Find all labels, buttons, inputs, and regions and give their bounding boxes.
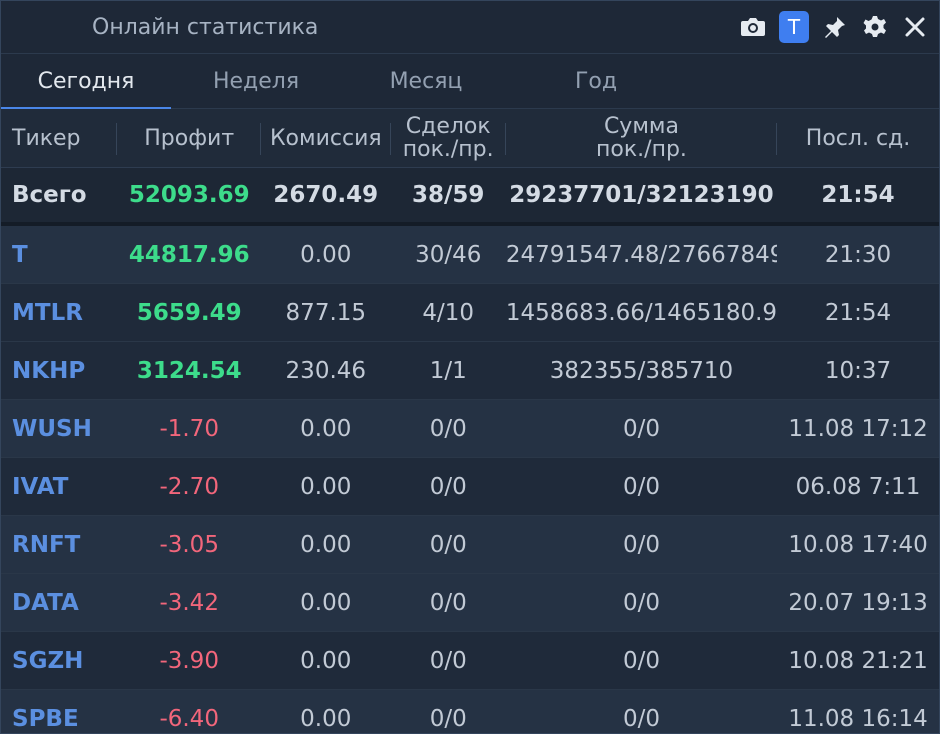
deals-cell: 0/0	[390, 631, 506, 690]
commission-cell: 0.00	[261, 224, 391, 284]
commission-cell: 0.00	[261, 399, 391, 458]
total-profit: 52093.69	[117, 167, 262, 226]
last-deal-cell: 20.07 19:13	[777, 573, 939, 632]
tab-today[interactable]: Сегодня	[1, 54, 171, 109]
sum-cell: 0/0	[505, 689, 778, 733]
last-deal-cell: 21:54	[777, 283, 939, 342]
sum-cell: 0/0	[505, 573, 778, 632]
gear-icon[interactable]	[861, 13, 889, 41]
deals-cell: 0/0	[390, 689, 506, 733]
col-deals[interactable]: Сделок пок./пр.	[390, 109, 507, 168]
sum-cell: 1458683.66/1465180.9	[505, 283, 778, 342]
sum-cell: 24791547.48/27667849	[505, 224, 778, 284]
pin-icon[interactable]	[821, 13, 849, 41]
t-badge-button[interactable]: T	[779, 11, 809, 43]
ticker-cell[interactable]: DATA	[1, 573, 118, 632]
profit-cell: 44817.96	[117, 224, 262, 284]
total-commission: 2670.49	[261, 167, 391, 226]
last-deal-cell: 11.08 17:12	[777, 399, 939, 458]
commission-cell: 0.00	[261, 631, 391, 690]
ticker-cell[interactable]: NKHP	[1, 341, 118, 400]
col-deals-line2: пок./пр.	[402, 137, 494, 162]
tab-week[interactable]: Неделя	[171, 54, 341, 108]
col-sum[interactable]: Сумма пок./пр.	[505, 109, 778, 168]
ticker-cell[interactable]: SPBE	[1, 689, 118, 733]
table-header: Тикер Профит Комиссия Сделок пок./пр. Сум…	[1, 109, 939, 168]
col-sum-line2: пок./пр.	[596, 137, 687, 162]
total-deals: 38/59	[390, 167, 506, 226]
col-last-deal[interactable]: Посл. сд.	[777, 109, 939, 168]
last-deal-cell: 21:30	[777, 224, 939, 284]
table-row[interactable]: WUSH -1.70 0.00 0/0 0/0 11.08 17:12	[1, 399, 939, 458]
last-deal-cell: 11.08 16:14	[777, 689, 939, 733]
total-last: 21:54	[777, 167, 939, 226]
profit-cell: -6.40	[117, 689, 262, 733]
ticker-cell[interactable]: MTLR	[1, 283, 118, 342]
commission-cell: 877.15	[261, 283, 391, 342]
table-row[interactable]: RNFT -3.05 0.00 0/0 0/0 10.08 17:40	[1, 515, 939, 574]
deals-cell: 4/10	[390, 283, 506, 342]
table-row[interactable]: NKHP 3124.54 230.46 1/1 382355/385710 10…	[1, 341, 939, 400]
title-bar[interactable]: Онлайн статистика T	[1, 1, 939, 54]
stats-table: Тикер Профит Комиссия Сделок пок./пр. Сум…	[1, 109, 939, 733]
profit-cell: -3.05	[117, 515, 262, 574]
sum-cell: 382355/385710	[505, 341, 778, 400]
sum-cell: 0/0	[505, 399, 778, 458]
last-deal-cell: 10.08 21:21	[777, 631, 939, 690]
last-deal-cell: 10.08 17:40	[777, 515, 939, 574]
last-deal-cell: 10:37	[777, 341, 939, 400]
col-profit[interactable]: Профит	[117, 109, 262, 168]
deals-cell: 0/0	[390, 515, 506, 574]
deals-cell: 0/0	[390, 457, 506, 516]
deals-cell: 0/0	[390, 399, 506, 458]
tab-year[interactable]: Год	[511, 54, 681, 108]
ticker-cell[interactable]: SGZH	[1, 631, 118, 690]
camera-icon[interactable]	[739, 13, 767, 41]
total-row: Всего 52093.69 2670.49 38/59 29237701/32…	[1, 167, 939, 226]
ticker-cell[interactable]: T	[1, 224, 118, 284]
ticker-cell[interactable]: IVAT	[1, 457, 118, 516]
profit-cell: -3.42	[117, 573, 262, 632]
deals-cell: 30/46	[390, 224, 506, 284]
commission-cell: 230.46	[261, 341, 391, 400]
last-deal-cell: 06.08 7:11	[777, 457, 939, 516]
period-tabs: Сегодня Неделя Месяц Год	[1, 54, 939, 109]
window-title: Онлайн статистика	[92, 14, 319, 40]
col-sum-line1: Сумма	[603, 114, 679, 139]
ticker-cell[interactable]: RNFT	[1, 515, 118, 574]
col-ticker[interactable]: Тикер	[1, 109, 118, 168]
table-row[interactable]: MTLR 5659.49 877.15 4/10 1458683.66/1465…	[1, 283, 939, 342]
deals-cell: 0/0	[390, 573, 506, 632]
commission-cell: 0.00	[261, 689, 391, 733]
sum-cell: 0/0	[505, 457, 778, 516]
profit-cell: 3124.54	[117, 341, 262, 400]
tab-month[interactable]: Месяц	[341, 54, 511, 108]
profit-cell: -3.90	[117, 631, 262, 690]
table-row[interactable]: DATA -3.42 0.00 0/0 0/0 20.07 19:13	[1, 573, 939, 632]
table-row[interactable]: SGZH -3.90 0.00 0/0 0/0 10.08 21:21	[1, 631, 939, 690]
table-row[interactable]: T 44817.96 0.00 30/46 24791547.48/276678…	[1, 224, 939, 284]
total-label: Всего	[1, 167, 118, 226]
profit-cell: 5659.49	[117, 283, 262, 342]
table-row[interactable]: SPBE -6.40 0.00 0/0 0/0 11.08 16:14	[1, 689, 939, 733]
sum-cell: 0/0	[505, 631, 778, 690]
commission-cell: 0.00	[261, 573, 391, 632]
total-sum: 29237701/32123190	[505, 167, 778, 226]
commission-cell: 0.00	[261, 515, 391, 574]
profit-cell: -2.70	[117, 457, 262, 516]
close-icon[interactable]	[901, 13, 929, 41]
sum-cell: 0/0	[505, 515, 778, 574]
table-row[interactable]: IVAT -2.70 0.00 0/0 0/0 06.08 7:11	[1, 457, 939, 516]
col-deals-line1: Сделок	[405, 114, 491, 139]
col-commission[interactable]: Комиссия	[261, 109, 391, 168]
deals-cell: 1/1	[390, 341, 506, 400]
stats-window: Онлайн статистика T Сегодня Неделя Месяц…	[0, 0, 940, 734]
ticker-cell[interactable]: WUSH	[1, 399, 118, 458]
profit-cell: -1.70	[117, 399, 262, 458]
commission-cell: 0.00	[261, 457, 391, 516]
